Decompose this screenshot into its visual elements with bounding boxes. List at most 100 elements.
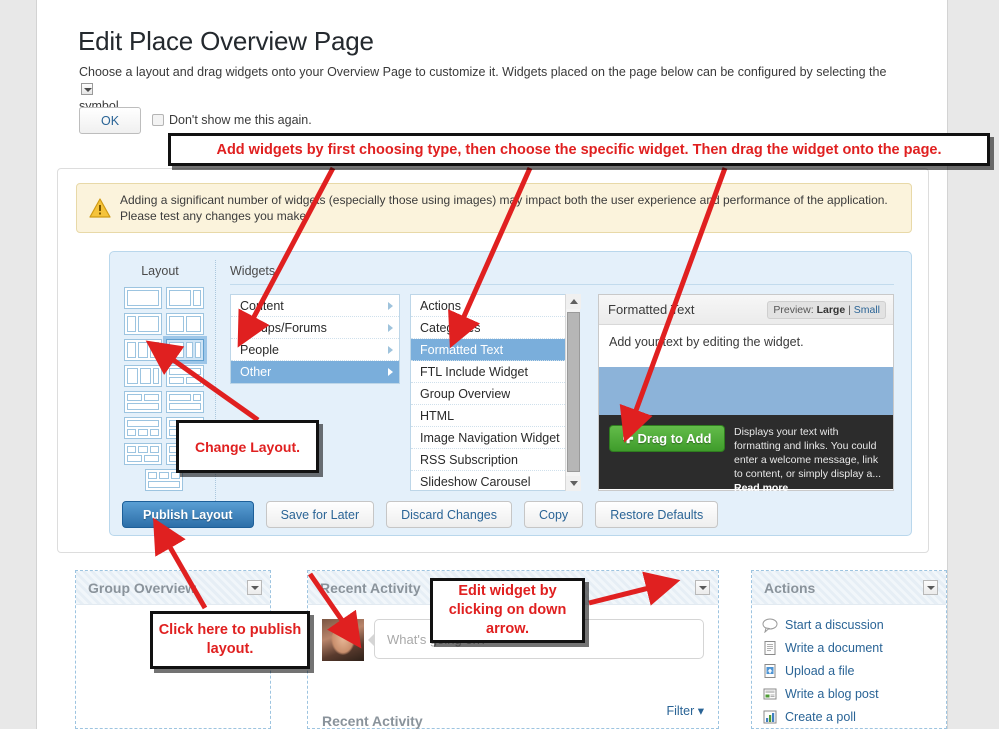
action-start-a-discussion[interactable]: Start a discussion — [762, 613, 946, 636]
widget-item-label: RSS Subscription — [420, 449, 518, 471]
layout-cell — [153, 368, 159, 384]
chevron-down-icon — [81, 83, 93, 95]
layout-cell — [148, 481, 180, 488]
layout-option-two-equal-columns[interactable] — [166, 313, 204, 335]
layout-cell — [138, 429, 147, 436]
layout-option-two-wide-one-narrow[interactable] — [124, 365, 162, 387]
layout-cell — [169, 394, 191, 401]
upload-file-icon — [762, 663, 778, 679]
widget-item-formatted-text[interactable]: Formatted Text — [411, 339, 579, 361]
dont-show-again-row[interactable]: Don't show me this again. — [152, 113, 312, 127]
filter-dropdown[interactable]: Filter ▾ — [666, 703, 704, 718]
layout-cell — [144, 394, 159, 401]
widget-type-label: People — [240, 339, 279, 361]
chevron-down-icon[interactable] — [247, 580, 262, 595]
preview-footer: ✚ Drag to Add Displays your text with fo… — [599, 415, 893, 489]
action-write-a-document[interactable]: Write a document — [762, 636, 946, 659]
read-more-link[interactable]: Read more — [734, 482, 788, 494]
publish-layout-button[interactable]: Publish Layout — [122, 501, 254, 528]
save-for-later-button[interactable]: Save for Later — [266, 501, 375, 528]
column-divider — [215, 260, 216, 525]
action-write-a-blog-post[interactable]: Write a blog post — [762, 682, 946, 705]
widget-item-list[interactable]: ActionsCategoriesFormatted TextFTL Inclu… — [410, 294, 580, 491]
layout-cell — [138, 316, 160, 332]
preview-size-separator: | — [848, 304, 851, 316]
preview-size-toggle[interactable]: Preview: Large | Small — [767, 301, 886, 319]
ok-button[interactable]: OK — [79, 107, 141, 134]
layout-cell — [169, 290, 191, 306]
annotation-publish-layout: Click here to publish layout. — [150, 611, 310, 669]
action-create-a-poll[interactable]: Create a poll — [762, 705, 946, 728]
widget-item-rss-subscription[interactable]: RSS Subscription — [411, 449, 579, 471]
dont-show-again-checkbox[interactable] — [152, 114, 164, 126]
widget-preview-card: Formatted Text Preview: Large | Small Ad… — [598, 294, 894, 491]
avatar — [322, 619, 364, 661]
action-upload-a-file[interactable]: Upload a file — [762, 659, 946, 682]
preview-description: Displays your text with formatting and l… — [734, 425, 885, 495]
layout-cell — [169, 342, 184, 358]
layout-option-wide-left-narrow-right[interactable] — [166, 287, 204, 309]
widget-item-group-overview[interactable]: Group Overview — [411, 383, 579, 405]
layout-cell — [127, 429, 136, 436]
annotation-edit-widget: Edit widget by clicking on down arrow. — [430, 578, 585, 643]
layout-cell — [127, 420, 159, 427]
layout-option-wide-center-two-narrow[interactable] — [166, 339, 204, 361]
restore-defaults-button[interactable]: Restore Defaults — [595, 501, 718, 528]
widget-type-label: Content — [240, 295, 284, 317]
layout-option-three-equal-columns[interactable] — [124, 339, 162, 361]
widget-type-people[interactable]: People — [231, 339, 399, 361]
actions-header: Actions — [752, 571, 946, 605]
layout-option-full-top-two-below[interactable] — [166, 365, 204, 387]
layout-cell — [127, 455, 142, 462]
copy-button[interactable]: Copy — [524, 501, 583, 528]
preview-size-small[interactable]: Small — [854, 304, 880, 316]
layout-option-three-top-two-below[interactable] — [124, 443, 162, 465]
widget-item-label: HTML — [420, 405, 454, 427]
scroll-down-button[interactable] — [566, 476, 581, 491]
action-label: Write a blog post — [785, 687, 879, 701]
layout-option-narrow-left-wide-right[interactable] — [124, 313, 162, 335]
dont-show-again-label: Don't show me this again. — [169, 113, 312, 127]
layout-cell — [127, 316, 136, 332]
widget-list-scrollbar[interactable] — [565, 294, 580, 491]
widget-item-label: Formatted Text — [420, 339, 503, 361]
screenshot-root: Edit Place Overview Page Choose a layout… — [0, 0, 999, 729]
layout-cell — [159, 472, 168, 479]
widget-item-slideshow-carousel[interactable]: Slideshow Carousel — [411, 471, 579, 493]
preview-description-text: Displays your text with formatting and l… — [734, 426, 881, 480]
speech-bubble-icon — [762, 617, 778, 633]
layout-option-full-top-three-below[interactable] — [124, 417, 162, 439]
layout-option-two-top-full-below[interactable] — [124, 391, 162, 413]
chevron-down-icon[interactable] — [923, 580, 938, 595]
preview-size-large[interactable]: Large — [817, 304, 846, 316]
discard-changes-button[interactable]: Discard Changes — [386, 501, 512, 528]
chevron-down-icon[interactable] — [695, 580, 710, 595]
widget-item-html[interactable]: HTML — [411, 405, 579, 427]
widget-item-image-navigation-widget[interactable]: Image Navigation Widget — [411, 427, 579, 449]
widget-item-categories[interactable]: Categories — [411, 317, 579, 339]
widget-item-label: Actions — [420, 295, 461, 317]
layout-cell — [127, 446, 136, 453]
editor-panel: Adding a significant number of widgets (… — [57, 168, 929, 553]
widget-item-label: Slideshow Carousel — [420, 471, 530, 493]
widgets-heading: Widgets — [230, 264, 275, 278]
drag-to-add-button[interactable]: ✚ Drag to Add — [609, 425, 725, 452]
scroll-up-button[interactable] — [566, 294, 581, 309]
page-title: Edit Place Overview Page — [78, 26, 374, 57]
layout-option-one-column[interactable] — [124, 287, 162, 309]
drag-to-add-label: Drag to Add — [638, 431, 712, 446]
widget-type-content[interactable]: Content — [231, 295, 399, 317]
widget-item-label: Categories — [420, 317, 480, 339]
layout-cell — [127, 368, 138, 384]
layout-cell — [127, 342, 136, 358]
layout-cell — [138, 342, 147, 358]
widget-actions[interactable]: Actions Start a discussionWrite a docume… — [751, 570, 947, 729]
chevron-right-icon — [388, 368, 393, 376]
scrollbar-thumb[interactable] — [567, 312, 580, 472]
widget-type-list[interactable]: ContentGroups/ForumsPeopleOther — [230, 294, 400, 384]
widget-type-other[interactable]: Other — [231, 361, 399, 383]
widget-type-groups-forums[interactable]: Groups/Forums — [231, 317, 399, 339]
layout-option-wide-top-narrow-below[interactable] — [166, 391, 204, 413]
widget-item-actions[interactable]: Actions — [411, 295, 579, 317]
widget-item-ftl-include-widget[interactable]: FTL Include Widget — [411, 361, 579, 383]
